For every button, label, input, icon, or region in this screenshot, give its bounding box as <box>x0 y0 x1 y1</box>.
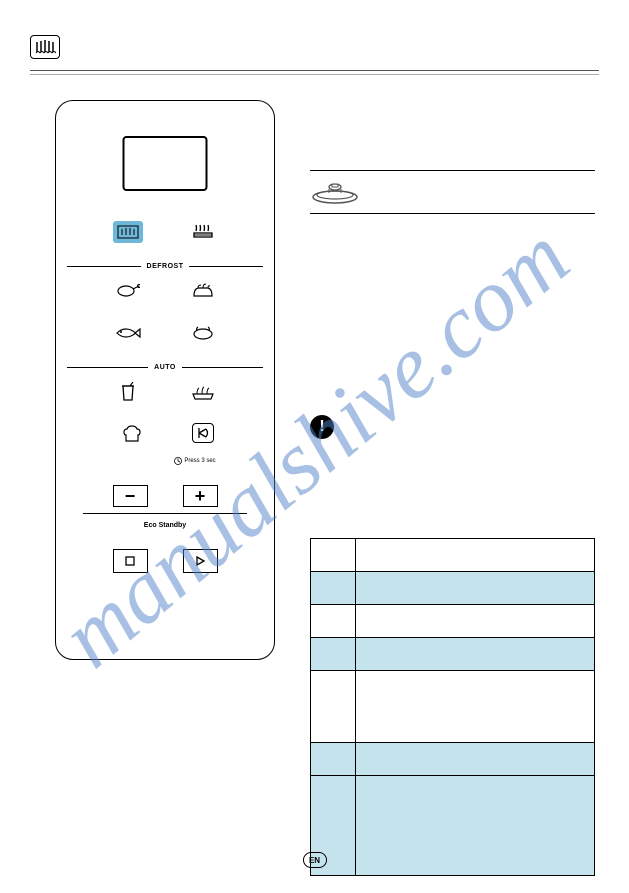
clock-icon <box>174 457 182 465</box>
page-language-badge: EN <box>303 852 327 868</box>
defrost-fish-button[interactable] <box>113 322 143 344</box>
eco-line <box>83 513 247 514</box>
minus-button[interactable]: − <box>113 485 148 507</box>
microwave-waves-icon <box>34 40 56 54</box>
grill-mode-button[interactable] <box>188 221 218 243</box>
table-cell <box>356 671 595 743</box>
table-cell <box>356 743 595 776</box>
auto-section-label: AUTO <box>67 364 263 371</box>
auto-vegetable-button[interactable] <box>188 381 218 403</box>
jet-start-button[interactable] <box>192 423 214 443</box>
defrost-section-label: DEFROST <box>67 263 263 270</box>
start-button[interactable] <box>183 549 218 573</box>
control-panel: DEFROST AUTO <box>55 100 275 660</box>
plus-button[interactable]: + <box>183 485 218 507</box>
table-cell <box>311 743 356 776</box>
table-cell <box>311 671 356 743</box>
table-cell <box>311 638 356 671</box>
defrost-poultry-button[interactable] <box>188 322 218 344</box>
table-cell <box>356 638 595 671</box>
defrost-bread-button[interactable] <box>188 280 218 302</box>
table-cell <box>356 605 595 638</box>
stop-button[interactable] <box>113 549 148 573</box>
table-cell <box>311 539 356 572</box>
table-cell <box>356 572 595 605</box>
microwave-mode-button[interactable] <box>113 221 143 243</box>
auto-drink-button[interactable] <box>113 381 143 403</box>
press-3sec-label: Press 3 sec <box>174 457 215 465</box>
table-cell <box>356 776 595 876</box>
header-product-icon <box>30 35 60 59</box>
header-rule-thin <box>30 74 599 75</box>
warning-icon: ! <box>310 415 334 439</box>
crisp-plate-icon <box>310 171 595 213</box>
table-cell <box>356 539 595 572</box>
info-table <box>310 538 595 876</box>
divider-bottom <box>310 213 595 214</box>
header-rule <box>30 70 599 71</box>
table-cell <box>311 572 356 605</box>
right-content-area <box>310 170 595 214</box>
display-screen <box>123 136 208 191</box>
chef-hat-button[interactable] <box>117 423 147 445</box>
defrost-meat-button[interactable] <box>113 280 143 302</box>
eco-standby-label: Eco Standby <box>144 522 186 529</box>
table-cell <box>311 605 356 638</box>
